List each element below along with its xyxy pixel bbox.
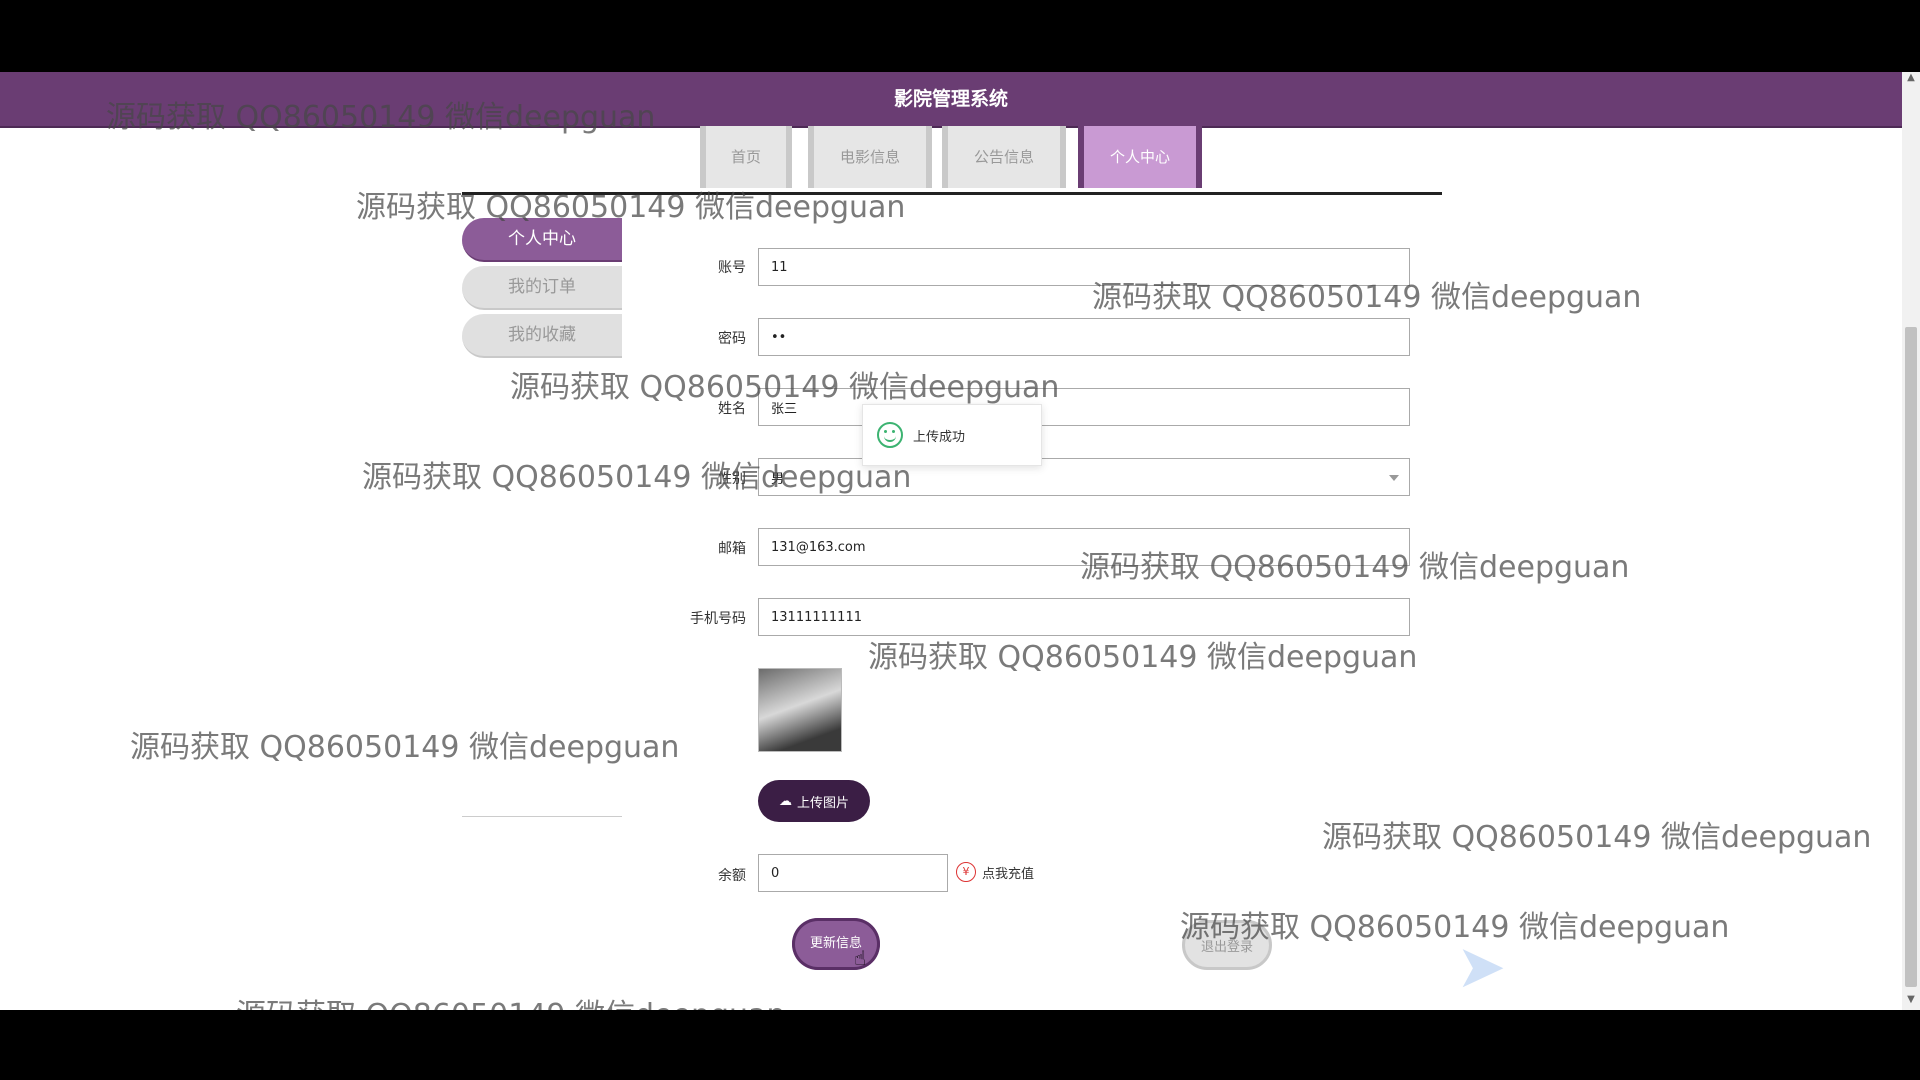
upload-image-button[interactable]: ☁ 上传图片	[758, 780, 870, 822]
watermark: 源码获取 QQ86050149 微信deepguan	[1180, 910, 1730, 945]
watermark: 源码获取 QQ86050149 微信deepguan	[1322, 820, 1872, 855]
watermark: 源码获取 QQ86050149 微信deepguan	[236, 990, 785, 1010]
watermark: 源码获取 QQ86050149 微信deepguan	[362, 460, 912, 495]
toast-text: 上传成功	[913, 429, 966, 445]
avatar	[758, 668, 842, 752]
password-label: 密码	[718, 331, 746, 347]
watermark: 源码获取 QQ86050149 微信deepguan	[356, 190, 906, 225]
browser-viewport: 影院管理系统 首页 电影信息 公告信息 个人中心 个人中心 我的订单 我的收藏 …	[0, 72, 1920, 1010]
balance-field[interactable]: 0	[758, 854, 948, 892]
watermark: 源码获取 QQ86050149 微信deepguan	[510, 370, 1060, 405]
tab-notices[interactable]: 公告信息	[942, 126, 1066, 188]
scroll-down-icon[interactable]: ▼	[1902, 994, 1920, 1010]
balance-label: 余额	[718, 868, 746, 884]
sidebar-item-favorites[interactable]: 我的收藏	[462, 314, 622, 358]
recharge-label: 点我充值	[982, 866, 1035, 882]
sidebar-item-orders[interactable]: 我的订单	[462, 266, 622, 310]
phone-field[interactable]: 13111111111	[758, 598, 1410, 636]
sidebar: 个人中心 我的订单 我的收藏	[462, 218, 622, 362]
update-info-button[interactable]: 更新信息	[792, 918, 880, 970]
account-label: 账号	[718, 260, 746, 276]
vertical-scrollbar[interactable]: ▲ ▼	[1902, 72, 1920, 1010]
password-field[interactable]: ••	[758, 318, 1410, 356]
scroll-up-icon[interactable]: ▲	[1902, 72, 1920, 88]
email-label: 邮箱	[718, 541, 746, 557]
tab-movies[interactable]: 电影信息	[808, 126, 932, 188]
watermark: 源码获取 QQ86050149 微信deepguan	[106, 100, 656, 135]
yen-icon: ¥	[956, 862, 976, 882]
watermark: 源码获取 QQ86050149 微信deepguan	[130, 730, 680, 765]
sidebar-divider	[462, 816, 622, 817]
watermark: 源码获取 QQ86050149 微信deepguan	[1080, 550, 1630, 585]
watermark: 源码获取 QQ86050149 微信deepguan	[868, 640, 1418, 675]
chevron-down-icon	[1389, 475, 1399, 481]
tab-home[interactable]: 首页	[700, 126, 792, 188]
tab-profile[interactable]: 个人中心	[1078, 126, 1202, 188]
hand-cursor-icon: ☝	[854, 946, 867, 970]
phone-label: 手机号码	[690, 611, 746, 627]
scrollbar-thumb[interactable]	[1905, 327, 1917, 987]
smile-icon	[877, 422, 903, 448]
upload-image-label: 上传图片	[796, 795, 849, 811]
cloud-upload-icon: ☁	[778, 793, 792, 809]
watermark: 源码获取 QQ86050149 微信deepguan	[1092, 280, 1642, 315]
recharge-link[interactable]: ¥ 点我充值	[956, 862, 1034, 882]
